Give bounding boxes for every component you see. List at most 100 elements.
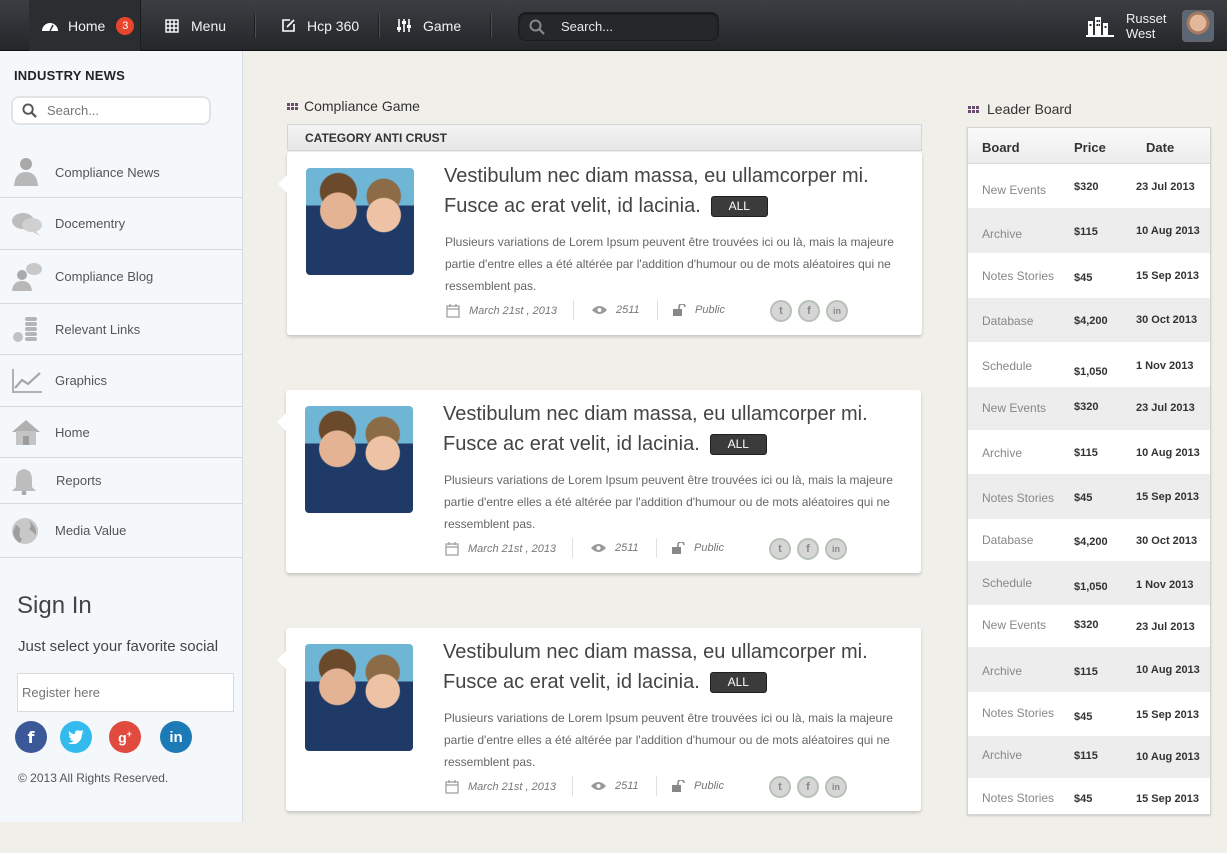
signin-title: Sign In <box>17 592 92 619</box>
facebook-share-button[interactable]: f <box>797 538 819 560</box>
table-row[interactable]: Notes Stories $45 15 Sep 2013 <box>968 253 1210 298</box>
cell-date: 10 Aug 2013 <box>1136 664 1200 676</box>
cell-date: 15 Sep 2013 <box>1136 793 1199 805</box>
dashboard-icon <box>42 22 58 31</box>
sidebar-item-docementry[interactable]: Docementry <box>0 198 242 250</box>
linkedin-icon: in <box>833 306 841 316</box>
article-body: Plusieurs variations de Lorem Ipsum peuv… <box>444 711 893 769</box>
article-views-count: 2511 <box>615 780 639 792</box>
coins-icon <box>13 317 37 342</box>
article-headline-line2: Fusce ac erat velit, id lacinia. <box>444 195 701 217</box>
meta-divider <box>656 538 657 558</box>
cell-price: $45 <box>1074 711 1093 723</box>
user-menu[interactable]: Russet West <box>1086 0 1227 51</box>
cell-board: Database <box>982 533 1034 547</box>
nav-game[interactable]: Game <box>396 0 461 51</box>
top-navbar: Home 3 Menu Hcp 360 Game Search... Russe… <box>0 0 1227 51</box>
top-search-field[interactable]: Search... <box>518 12 719 41</box>
table-row[interactable]: Schedule $1,050 1 Nov 2013 <box>968 561 1210 605</box>
nav-menu[interactable]: Menu <box>165 0 226 51</box>
table-row[interactable]: Archive $115 10 Aug 2013 <box>968 208 1210 253</box>
facebook-share-button[interactable]: f <box>798 300 820 322</box>
article-headline[interactable]: Vestibulum nec diam massa, eu ullamcorpe… <box>443 399 903 459</box>
google-plus-button[interactable]: g+ <box>109 721 141 753</box>
cell-board: Notes Stories <box>982 491 1055 505</box>
user-name: Russet West <box>1126 11 1172 41</box>
twitter-share-button[interactable]: t <box>770 300 792 322</box>
sidebar-item-label: Media Value <box>55 523 127 538</box>
google-plus-icon: g+ <box>118 728 132 746</box>
twitter-share-button[interactable]: t <box>769 776 791 798</box>
article-headline[interactable]: Vestibulum nec diam massa, eu ullamcorpe… <box>443 637 903 697</box>
table-row[interactable]: Notes Stories $45 15 Sep 2013 <box>968 692 1210 736</box>
calendar-icon <box>446 304 460 318</box>
table-row[interactable]: Notes Stories $45 15 Sep 2013 <box>968 474 1210 519</box>
table-row[interactable]: Archive $115 10 Aug 2013 <box>968 430 1210 474</box>
all-tag-button[interactable]: ALL <box>709 672 767 694</box>
sidebar-item-graphics[interactable]: Graphics <box>0 355 242 407</box>
article-visibility-text: Public <box>694 780 724 792</box>
cell-board: Database <box>982 314 1034 328</box>
sidebar-item-label: Reports <box>56 473 102 488</box>
all-tag-button[interactable]: ALL <box>710 196 768 218</box>
nav-home[interactable]: Home 3 <box>29 0 141 51</box>
sidebar-item-media-value[interactable]: Media Value <box>0 504 242 558</box>
twitter-icon: t <box>779 305 783 317</box>
sidebar-item-relevant-links[interactable]: Relevant Links <box>0 304 242 355</box>
sidebar-search-field[interactable] <box>11 96 211 125</box>
meta-divider <box>656 776 657 796</box>
sidebar-item-label: Compliance Blog <box>55 269 154 284</box>
table-row[interactable]: New Events $320 23 Jul 2013 <box>968 605 1210 647</box>
article-photo[interactable] <box>305 644 413 751</box>
table-row[interactable]: Archive $115 10 Aug 2013 <box>968 647 1210 692</box>
article-headline[interactable]: Vestibulum nec diam massa, eu ullamcorpe… <box>444 161 904 221</box>
facebook-button[interactable]: f <box>15 721 47 753</box>
article-card: Vestibulum nec diam massa, eu ullamcorpe… <box>278 152 922 335</box>
user-last-name: West <box>1126 25 1156 41</box>
register-input[interactable] <box>17 673 234 712</box>
cell-price: $4,200 <box>1074 315 1108 327</box>
avatar[interactable] <box>1182 9 1214 42</box>
article-photo[interactable] <box>306 168 414 275</box>
table-row[interactable]: Database $4,200 30 Oct 2013 <box>968 298 1210 342</box>
sidebar-search-input[interactable] <box>47 103 197 118</box>
article-date-text: March 21st , 2013 <box>469 305 558 317</box>
article-visibility-text: Public <box>695 304 725 316</box>
table-row[interactable]: Schedule $1,050 1 Nov 2013 <box>968 342 1210 387</box>
linkedin-button[interactable]: in <box>160 721 192 753</box>
sidebar-item-compliance-news[interactable]: Compliance News <box>0 147 242 198</box>
linkedin-share-button[interactable]: in <box>825 776 847 798</box>
sidebar-item-home[interactable]: Home <box>0 407 242 458</box>
table-row[interactable]: Notes Stories $45 15 Sep 2013 <box>968 778 1210 814</box>
article-views: 2511 <box>591 780 639 792</box>
twitter-button[interactable] <box>60 721 92 753</box>
twitter-share-button[interactable]: t <box>769 538 791 560</box>
cell-price: $45 <box>1074 793 1093 805</box>
table-row[interactable]: New Events $320 23 Jul 2013 <box>968 165 1210 208</box>
cell-board: New Events <box>982 618 1047 632</box>
meta-divider <box>572 776 573 796</box>
sidebar-item-compliance-blog[interactable]: Compliance Blog <box>0 250 242 304</box>
column-header-price: Price <box>1074 140 1106 155</box>
cell-board: Archive <box>982 748 1023 762</box>
cell-board: New Events <box>982 183 1047 197</box>
cell-board: New Events <box>982 401 1047 415</box>
linkedin-share-button[interactable]: in <box>826 300 848 322</box>
article-views-count: 2511 <box>615 542 639 554</box>
signin-subtitle: Just select your favorite social <box>18 638 219 655</box>
cell-price: $320 <box>1074 181 1099 193</box>
cell-price: $4,200 <box>1074 536 1108 548</box>
article-headline-line1: Vestibulum nec diam massa, eu ullamcorpe… <box>443 403 868 425</box>
all-tag-button[interactable]: ALL <box>709 434 767 456</box>
facebook-icon: f <box>806 543 810 555</box>
linkedin-share-button[interactable]: in <box>825 538 847 560</box>
bell-icon <box>12 468 36 495</box>
table-row[interactable]: Archive $115 10 Aug 2013 <box>968 736 1210 778</box>
nav-hcp360[interactable]: Hcp 360 <box>281 0 359 51</box>
article-photo[interactable] <box>305 406 413 513</box>
table-row[interactable]: Database $4,200 30 Oct 2013 <box>968 519 1210 561</box>
article-visibility: Public <box>672 780 724 792</box>
facebook-share-button[interactable]: f <box>797 776 819 798</box>
table-row[interactable]: New Events $320 23 Jul 2013 <box>968 387 1210 430</box>
sidebar-item-reports[interactable]: Reports <box>0 458 242 504</box>
